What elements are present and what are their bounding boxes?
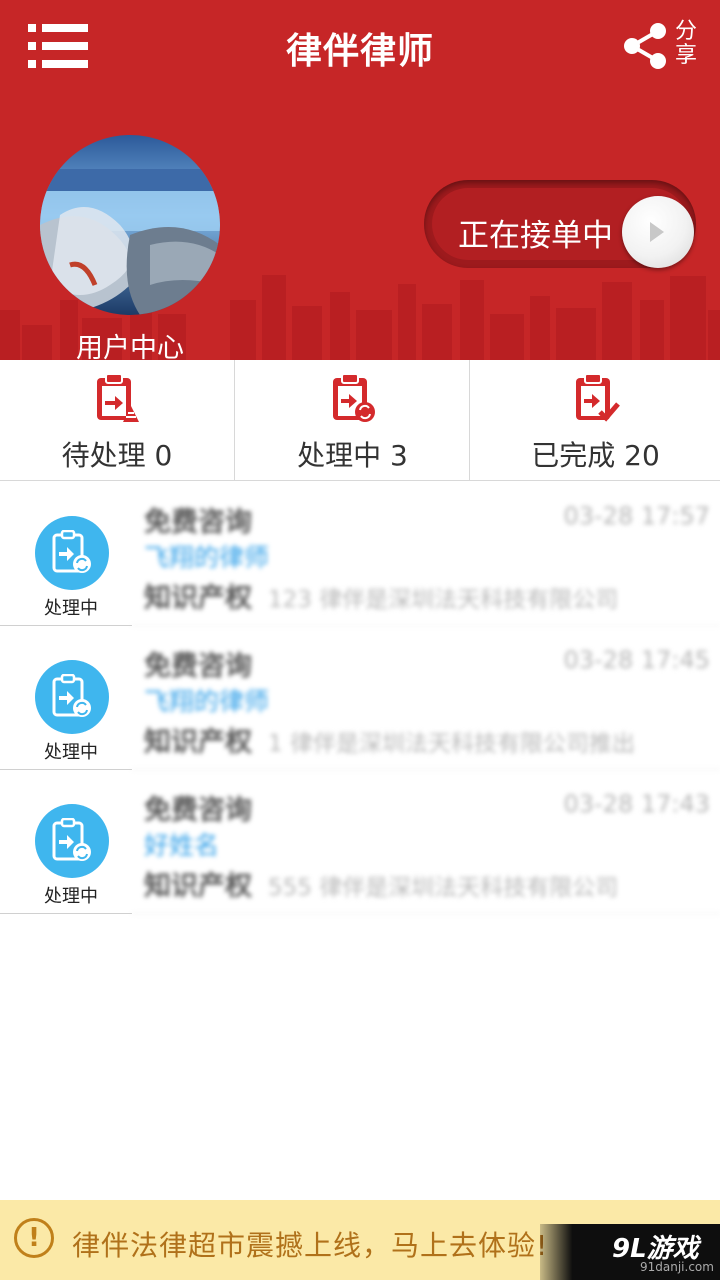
processing-status-icon	[35, 516, 109, 590]
client-name: 飞翔的律师	[144, 543, 270, 572]
clipboard-pending-icon	[97, 373, 139, 422]
order-time: 03-28 17:43	[563, 790, 710, 818]
tab-processing[interactable]: 处理中 3	[234, 360, 470, 480]
processing-status-icon	[35, 660, 109, 734]
share-button[interactable]: 分享	[622, 20, 704, 74]
order-time: 03-28 17:57	[563, 502, 710, 530]
status-label: 处理中	[44, 742, 98, 763]
clipboard-processing-icon	[332, 373, 375, 422]
order-category: 知识产权	[144, 727, 252, 758]
header-hero: 律伴律师 分享 用户中心 正在接单中	[0, 0, 720, 360]
order-details: 免费咨询 03-28 17:43 好姓名 知识产权 555 律伴是深圳法天科技有…	[132, 770, 720, 914]
order-detail: 1 律伴是深圳法天科技有限公司推出	[268, 731, 635, 757]
list-item[interactable]: 处理中 免费咨询 03-28 17:45 飞翔的律师 知识产权 1 律伴是深圳法…	[0, 626, 720, 770]
processing-status-icon	[35, 804, 109, 878]
status-label: 处理中	[44, 598, 98, 619]
client-name: 好姓名	[144, 831, 220, 860]
order-status: 处理中	[0, 626, 132, 770]
client-name: 飞翔的律师	[144, 687, 270, 716]
order-category: 知识产权	[144, 871, 252, 902]
order-detail: 555 律伴是深圳法天科技有限公司	[268, 875, 619, 901]
promo-banner-text: 律伴法律超市震撼上线，马上去体验!	[72, 1229, 549, 1262]
toggle-knob[interactable]	[622, 196, 694, 268]
order-detail: 123 律伴是深圳法天科技有限公司	[268, 587, 619, 613]
site-watermark: 9L游戏 91danji.com	[540, 1224, 720, 1280]
list-item[interactable]: 处理中 免费咨询 03-28 17:43 好姓名 知识产权 555 律伴是深圳法…	[0, 770, 720, 914]
order-category: 知识产权	[144, 583, 252, 614]
list-item[interactable]: 处理中 免费咨询 03-28 17:57 飞翔的律师 知识产权 123 律伴是深…	[0, 482, 720, 626]
status-tabs: 待处理 0 处理中 3 已完成 20	[0, 360, 720, 481]
user-center-label[interactable]: 用户中心	[40, 326, 220, 360]
app-title: 律伴律师	[285, 31, 434, 72]
share-icon	[624, 23, 666, 69]
tab-completed[interactable]: 已完成 20	[469, 360, 720, 480]
tab-pending-label: 待处理 0	[61, 439, 173, 472]
toggle-track: 正在接单中	[432, 188, 694, 268]
order-details: 免费咨询 03-28 17:45 飞翔的律师 知识产权 1 律伴是深圳法天科技有…	[132, 626, 720, 770]
order-status: 处理中	[0, 770, 132, 914]
accepting-orders-toggle[interactable]: 正在接单中	[424, 180, 696, 268]
order-time: 03-28 17:45	[563, 646, 710, 674]
status-label: 处理中	[44, 886, 98, 907]
exclamation-icon: !	[14, 1218, 54, 1258]
order-title: 免费咨询	[144, 795, 252, 826]
share-label: 分享	[674, 19, 697, 68]
avatar[interactable]	[40, 135, 220, 315]
accepting-orders-label: 正在接单中	[458, 218, 613, 254]
tab-completed-label: 已完成 20	[531, 439, 660, 472]
tab-pending[interactable]: 待处理 0	[0, 360, 234, 480]
order-status: 处理中	[0, 482, 132, 626]
watermark-site: 91danji.com	[640, 1260, 714, 1274]
order-title: 免费咨询	[144, 507, 252, 538]
avatar-landscape-image	[40, 135, 220, 315]
order-title: 免费咨询	[144, 651, 252, 682]
play-arrow-icon	[650, 222, 664, 242]
clipboard-done-icon	[575, 373, 620, 422]
tab-processing-label: 处理中 3	[297, 439, 408, 472]
order-details: 免费咨询 03-28 17:57 飞翔的律师 知识产权 123 律伴是深圳法天科…	[132, 482, 720, 626]
